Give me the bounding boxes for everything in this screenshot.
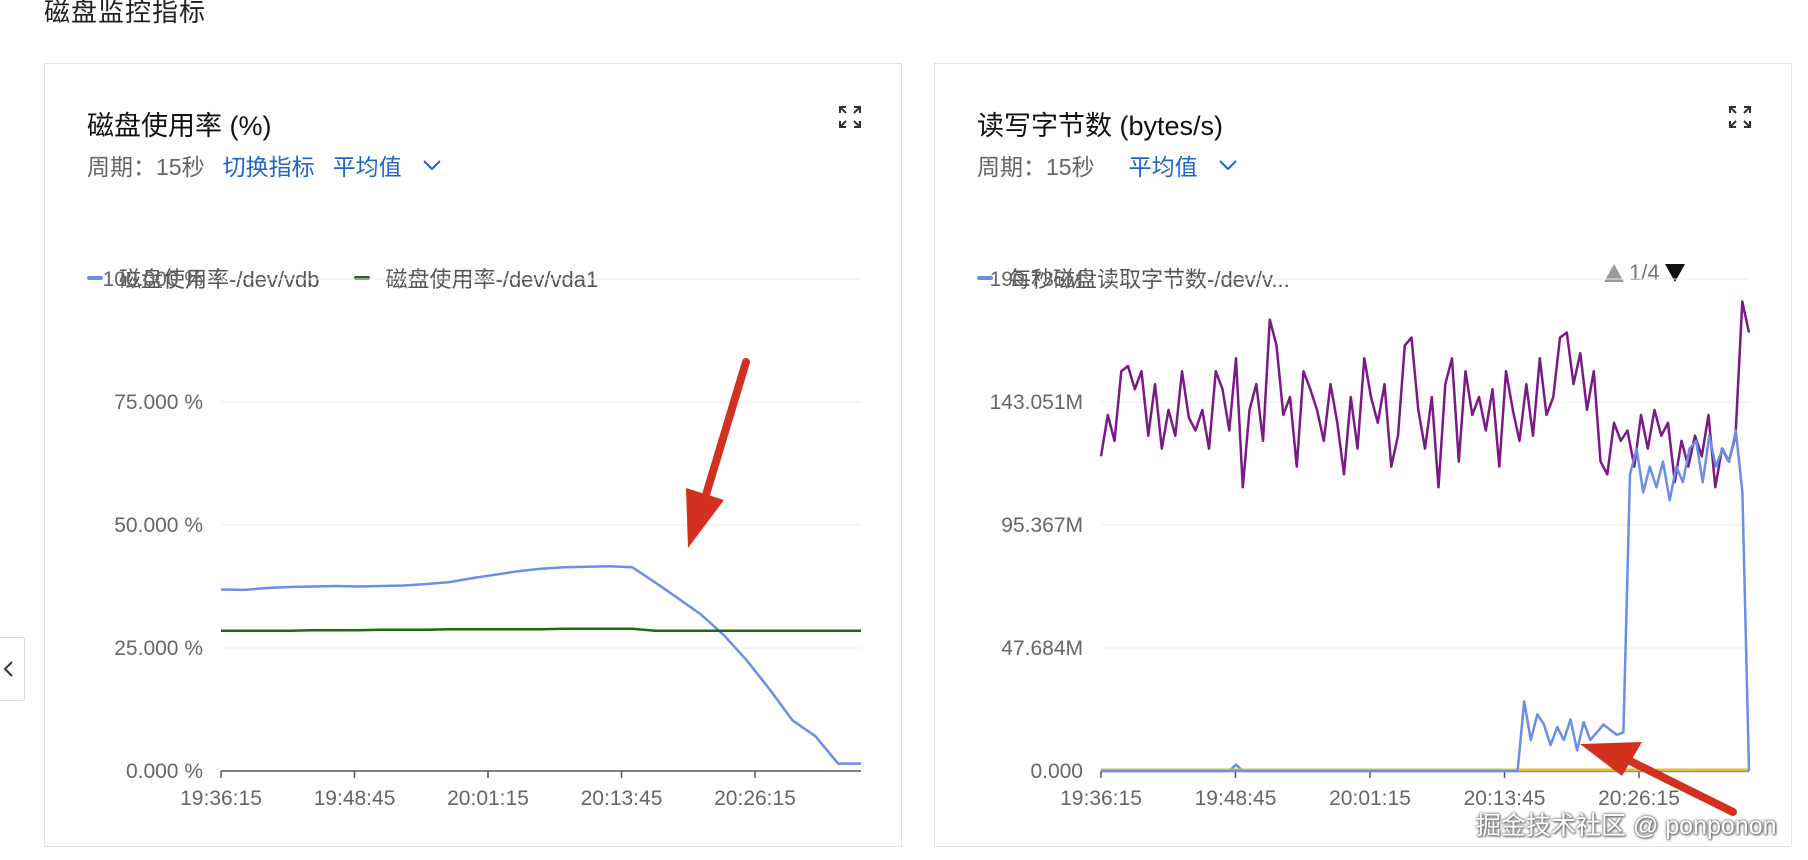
y-tick-label: 143.051M	[990, 391, 1083, 414]
x-tick-label: 19:48:45	[314, 787, 396, 810]
y-tick-label: 25.000 %	[114, 637, 203, 660]
x-tick-label: 20:01:15	[447, 787, 529, 810]
read-write-bytes-chart: 190.735M 143.051M 95.367M 47.684M 0.000 19:36…	[990, 268, 1751, 810]
y-tick-label: 0.000 %	[126, 760, 203, 783]
y-tick-label: 190.735M	[990, 268, 1083, 291]
x-tick-label: 19:36:15	[1060, 787, 1142, 810]
y-tick-label: 50.000 %	[114, 514, 203, 537]
y-tick-label: 100.000 %	[103, 268, 203, 291]
watermark: 掘金技术社区 @ ponponon	[1476, 812, 1777, 840]
collapse-sidebar-button[interactable]	[0, 637, 25, 701]
series-line	[220, 565, 861, 765]
series-line	[1099, 300, 1751, 489]
chevron-left-icon	[3, 661, 13, 677]
disk-usage-card: 磁盘使用率 (%) 周期：15秒 切换指标 平均值 磁盘使用率-/dev/vdb…	[44, 63, 902, 847]
read-write-bytes-card: 读写字节数 (bytes/s) 周期：15秒 平均值 每秒磁盘读取字节数-/de…	[934, 63, 1792, 847]
y-tick-label: 0.000	[1030, 760, 1083, 783]
x-tick-label: 20:13:45	[581, 787, 663, 810]
disk-usage-chart: 100.000 % 75.000 % 50.000 % 25.000 % 0.000 %…	[103, 268, 861, 810]
y-tick-label: 75.000 %	[114, 391, 203, 414]
series-line	[1101, 429, 1751, 773]
x-tick-label: 19:36:15	[180, 787, 262, 810]
x-tick-label: 20:01:15	[1329, 787, 1411, 810]
section-title: 磁盘监控指标	[44, 0, 207, 27]
y-tick-label: 95.367M	[1001, 514, 1083, 537]
x-tick-label: 20:26:15	[714, 787, 796, 810]
y-tick-label: 47.684M	[1001, 637, 1083, 660]
series-line	[221, 627, 861, 633]
x-tick-label: 19:48:45	[1195, 787, 1277, 810]
